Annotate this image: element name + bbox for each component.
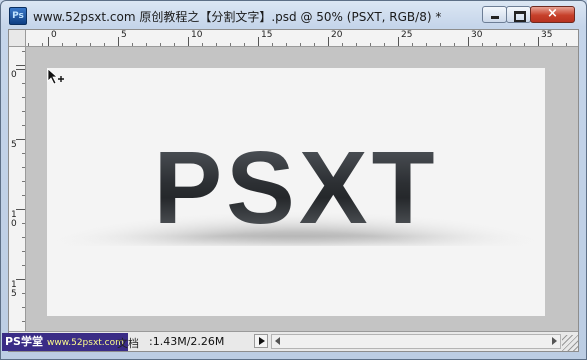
status-bar: PS学堂 www.52psxt.com 文档 :1.43M/2.26M: [2, 331, 578, 351]
scroll-left-icon[interactable]: [275, 337, 280, 345]
horizontal-ruler[interactable]: 0 5 10 15 20 25 30 35: [26, 30, 578, 47]
ruler-label: 5: [121, 30, 127, 40]
ruler-label: 0: [51, 30, 57, 40]
scroll-right-icon[interactable]: [552, 337, 557, 345]
photoshop-icon: Ps: [9, 7, 27, 25]
canvas-pasteboard[interactable]: PSXT: [26, 47, 578, 331]
canvas-text[interactable]: PSXT: [47, 136, 545, 239]
close-button[interactable]: ×: [530, 6, 575, 23]
maximize-button[interactable]: [506, 6, 531, 23]
ruler-label: 5: [11, 140, 17, 150]
status-menu-button[interactable]: [254, 334, 268, 348]
horizontal-scrollbar[interactable]: [271, 334, 561, 349]
ruler-label: 0: [11, 70, 17, 80]
doc-size: :1.43M/2.26M: [149, 335, 225, 348]
vertical-ruler[interactable]: 0 5 1 0 1 5: [9, 47, 26, 331]
title-bar[interactable]: Ps www.52psxt.com 原创教程之【分割文字】.psd @ 50% …: [1, 1, 586, 29]
window-title: www.52psxt.com 原创教程之【分割文字】.psd @ 50% (PS…: [33, 10, 442, 24]
ruler-label: 35: [541, 30, 553, 40]
ruler-label: 25: [401, 30, 413, 40]
watermark-url: www.52psxt.com: [46, 338, 124, 348]
watermark-logo: PS学堂: [5, 335, 43, 348]
minimize-button[interactable]: [482, 6, 507, 23]
move-cursor-icon: [47, 68, 64, 85]
ruler-label: 20: [331, 30, 343, 40]
close-icon: ×: [547, 6, 558, 21]
ruler-label: 30: [471, 30, 483, 40]
ruler-label: 15: [261, 30, 273, 40]
canvas[interactable]: PSXT: [47, 68, 545, 316]
ruler-label: 1 5: [11, 280, 17, 299]
doc-info-label: 文档: [117, 337, 139, 350]
ruler-origin[interactable]: [9, 30, 26, 47]
document-window: Ps www.52psxt.com 原创教程之【分割文字】.psd @ 50% …: [0, 0, 587, 360]
watermark: PS学堂 www.52psxt.com: [2, 333, 128, 351]
ruler-label: 10: [191, 30, 203, 40]
ruler-label: 1 0: [11, 210, 17, 229]
document-area: 0 5 10 15 20 25 30 35 0 5 1 0 1 5 PSXT P…: [2, 29, 579, 352]
resize-grip[interactable]: [562, 335, 578, 351]
